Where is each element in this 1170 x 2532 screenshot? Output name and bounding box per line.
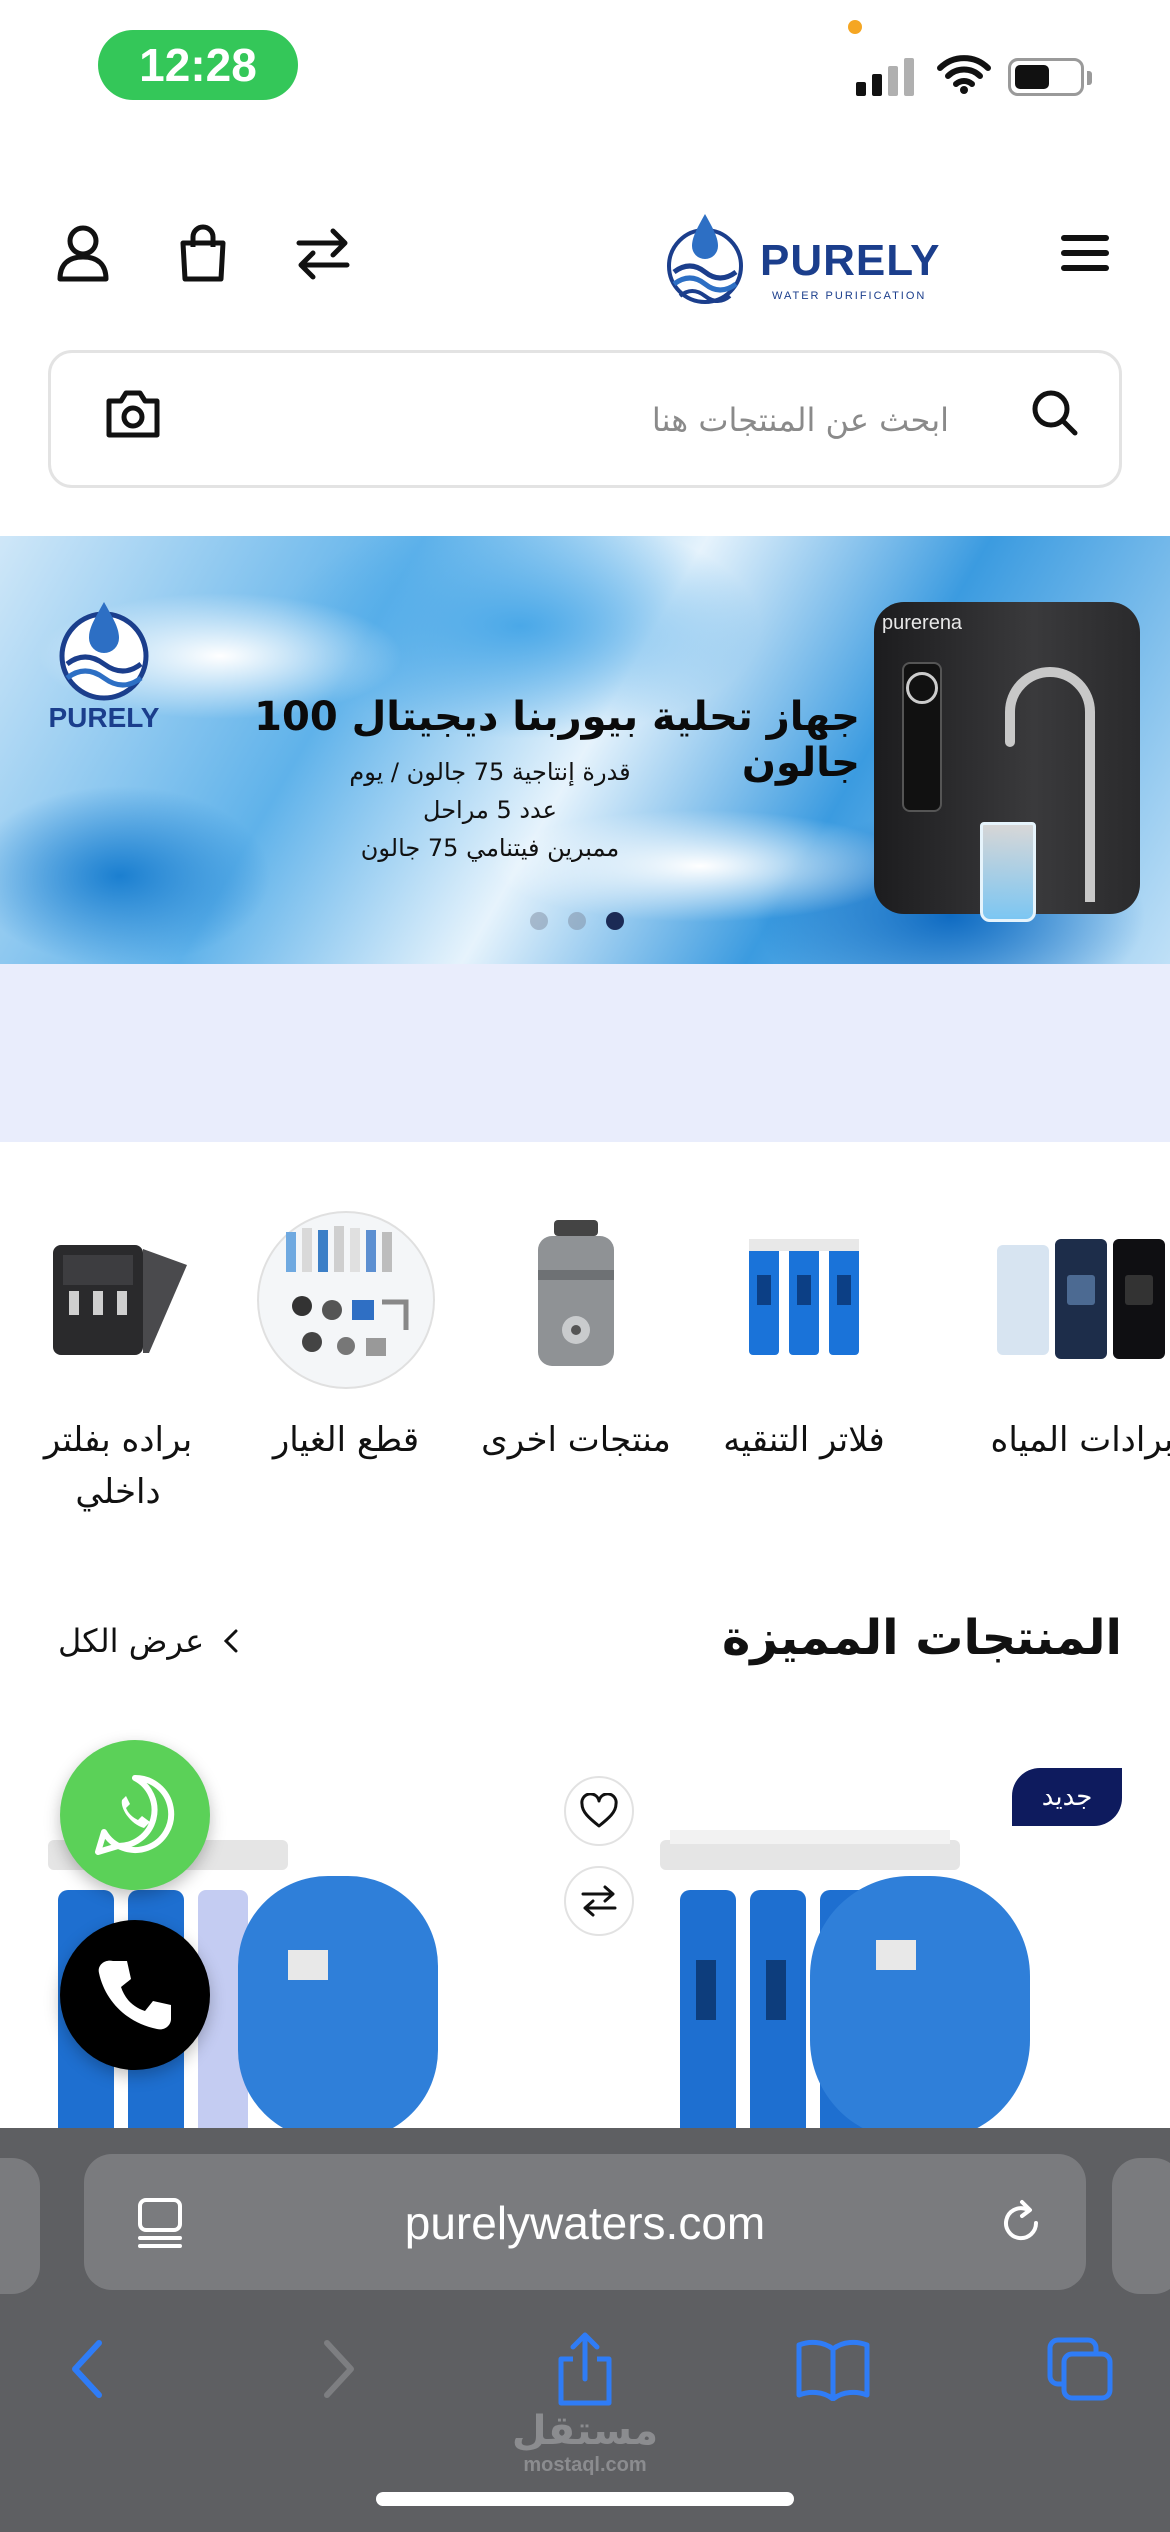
bookmarks-button[interactable]	[788, 2324, 878, 2414]
view-all-label: عرض الكل	[58, 1622, 205, 1660]
back-button[interactable]	[42, 2324, 132, 2414]
wishlist-button[interactable]	[564, 1776, 634, 1846]
battery-tip	[1087, 71, 1092, 85]
whatsapp-icon	[95, 1774, 175, 1855]
banner-logo-text: PURELY	[48, 702, 160, 733]
featured-products-title: المنتجات المميزة	[721, 1610, 1122, 1666]
previous-tab-peek[interactable]	[0, 2158, 40, 2294]
banner-line-3: ممبرين فيتنامي 75 جالون	[360, 834, 620, 862]
compare-icon[interactable]	[288, 218, 358, 288]
category-label: برادات المياه	[990, 1420, 1170, 1460]
category-spare-parts[interactable]: قطع الغيار	[246, 1210, 446, 1466]
search-bar	[48, 350, 1122, 488]
carousel-dot-3[interactable]	[606, 912, 624, 930]
banner-line-1: قدرة إنتاجية 75 جالون / يوم	[349, 758, 631, 786]
logo-emblem-icon	[667, 214, 743, 304]
compare-product-button[interactable]	[564, 1866, 634, 1936]
chevron-left-icon	[72, 2340, 102, 2398]
url-text: purelywaters.com	[404, 2197, 766, 2249]
watermark-domain: mostaql.com	[523, 2454, 647, 2476]
camera-icon[interactable]	[103, 385, 163, 441]
site-logo[interactable]: PURELY WATER PURIFICATION	[660, 210, 939, 320]
menu-icon[interactable]	[1050, 218, 1120, 288]
chevron-left-icon	[224, 1629, 238, 1653]
category-water-coolers[interactable]: برادات المياه	[982, 1210, 1170, 1466]
carousel-dots	[530, 912, 624, 930]
category-image	[23, 1210, 213, 1390]
chevron-right-icon	[324, 2340, 354, 2398]
category-label: براده بفلتر داخلي	[43, 1420, 193, 1512]
logo-tagline: WATER PURIFICATION	[772, 290, 927, 302]
wifi-icon	[937, 55, 991, 94]
share-icon	[558, 2332, 612, 2406]
phone-icon	[98, 1960, 171, 2030]
category-label: قطع الغيار	[272, 1420, 420, 1460]
view-all-link[interactable]: عرض الكل	[58, 1622, 240, 1660]
hero-banner[interactable]: PURELY جهاز تحلية بيوربنا ديجيتال 100 جا…	[0, 536, 1170, 964]
battery-icon	[1008, 58, 1084, 96]
watermark-arabic: مستقل	[511, 2408, 659, 2454]
privacy-indicator-dot	[848, 20, 862, 34]
forward-button[interactable]	[294, 2324, 384, 2414]
site-header: PURELY WATER PURIFICATION	[0, 190, 1170, 320]
cellular-signal-icon	[856, 56, 914, 96]
status-time[interactable]: 12:28	[98, 30, 298, 100]
carousel-dot-2[interactable]	[568, 912, 586, 930]
category-filters[interactable]: فلاتر التنقيه	[704, 1210, 904, 1466]
logo-wordmark: PURELY	[760, 236, 941, 285]
watermark: مستقل mostaql.com	[0, 2408, 1170, 2477]
call-button[interactable]	[60, 1920, 210, 2070]
category-image	[481, 1210, 671, 1390]
banner-logo-emblem-icon	[59, 602, 149, 701]
whatsapp-button[interactable]	[60, 1740, 210, 1890]
carousel-dot-1[interactable]	[530, 912, 548, 930]
reload-icon[interactable]	[996, 2198, 1046, 2248]
address-bar[interactable]: purelywaters.com	[84, 2154, 1086, 2290]
category-cooler-internal-filter[interactable]: براده بفلتر داخلي	[18, 1210, 218, 1518]
next-tab-peek[interactable]	[1112, 2158, 1170, 2294]
browser-toolbar: purelywaters.com مستقل mostaql.com	[0, 2128, 1170, 2532]
cart-icon[interactable]	[168, 218, 238, 288]
banner-product-image: purerena	[870, 602, 1140, 932]
compare-icon	[581, 1885, 617, 1917]
category-image	[709, 1210, 899, 1390]
category-image	[251, 1210, 441, 1390]
category-image	[987, 1210, 1170, 1390]
tabs-icon	[1047, 2337, 1113, 2401]
account-icon[interactable]	[48, 218, 118, 288]
book-icon	[796, 2339, 870, 2401]
tabs-button[interactable]	[1036, 2324, 1126, 2414]
category-label: فلاتر التنقيه	[723, 1420, 885, 1460]
device-brand: purerena	[882, 612, 963, 634]
search-input[interactable]	[349, 395, 949, 445]
banner-logo: PURELY	[44, 596, 164, 746]
banner-line-2: عدد 5 مراحل	[423, 796, 557, 824]
status-bar: 12:28	[0, 0, 1170, 140]
category-other-products[interactable]: منتجات اخرى	[476, 1210, 676, 1466]
heart-icon	[580, 1793, 618, 1828]
share-button[interactable]	[540, 2324, 630, 2414]
category-label: منتجات اخرى	[481, 1420, 671, 1460]
home-indicator[interactable]	[376, 2492, 794, 2506]
search-icon[interactable]	[1029, 387, 1081, 439]
new-badge: جديد	[1012, 1768, 1122, 1826]
promo-strip	[0, 964, 1170, 1142]
